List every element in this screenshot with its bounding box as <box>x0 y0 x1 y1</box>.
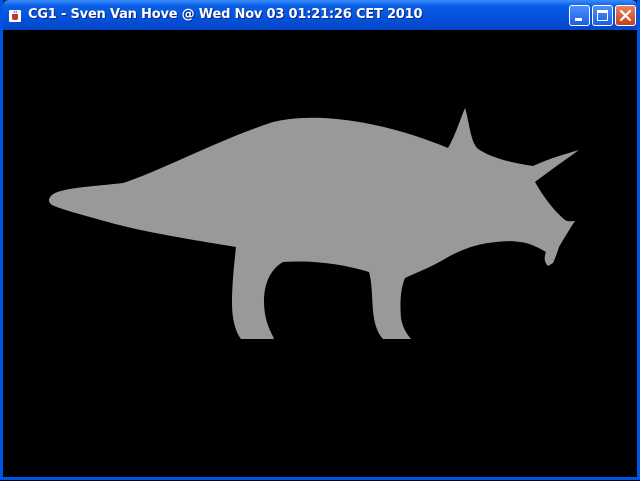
drawing-canvas[interactable] <box>3 30 637 477</box>
minimize-button[interactable] <box>569 5 590 26</box>
app-window: CG1 - Sven Van Hove @ Wed Nov 03 01:21:2… <box>0 0 640 480</box>
maximize-button[interactable] <box>592 5 613 26</box>
minimize-icon <box>575 18 582 21</box>
triceratops-silhouette <box>48 108 579 339</box>
title-bar[interactable]: CG1 - Sven Van Hove @ Wed Nov 03 01:21:2… <box>3 0 637 30</box>
window-title: CG1 - Sven Van Hove @ Wed Nov 03 01:21:2… <box>28 7 423 22</box>
close-icon <box>619 9 632 22</box>
maximize-icon <box>597 10 608 21</box>
java-cup-icon[interactable] <box>8 8 22 22</box>
close-button[interactable] <box>615 5 636 26</box>
triceratops-shape <box>48 108 579 339</box>
